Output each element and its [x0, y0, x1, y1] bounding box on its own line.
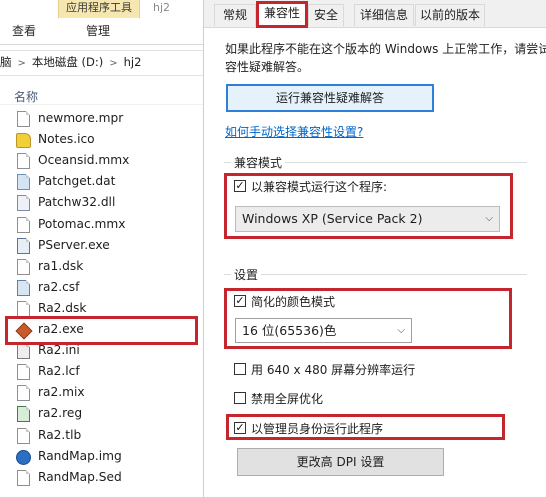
chevron-right-icon: > — [109, 58, 118, 69]
file-row[interactable]: newmore.mpr — [10, 109, 200, 129]
icon-file-icon — [16, 132, 31, 149]
run-640-row[interactable]: 用 640 x 480 屏幕分辨率运行 — [234, 361, 484, 379]
file-row[interactable]: PServer.exe — [10, 236, 200, 256]
file-name: Oceansid.mmx — [38, 153, 130, 168]
exe-file-icon — [16, 237, 30, 254]
file-row[interactable]: ra1.dsk — [10, 257, 200, 277]
disable-fullscreen-row[interactable]: 禁用全屏优化 — [234, 390, 394, 408]
document-icon — [16, 385, 30, 402]
file-row[interactable]: ra2.mix — [10, 383, 200, 403]
change-dpi-button[interactable]: 更改高 DPI 设置 — [237, 448, 444, 476]
description-line-1: 如果此程序不能在这个版本的 Windows 上正常工作，请尝试 — [225, 42, 546, 56]
file-name: Patchget.dat — [38, 174, 116, 189]
run-640-checkbox[interactable] — [234, 363, 246, 375]
document-icon — [16, 364, 30, 381]
file-row[interactable]: Potomac.mmx — [10, 215, 200, 235]
file-name: Potomac.mmx — [38, 216, 126, 231]
randmap-app-icon — [16, 449, 31, 465]
column-header-name[interactable]: 名称 — [14, 88, 38, 105]
ribbon-app-tools-tab[interactable]: 应用程序工具 — [58, 0, 140, 18]
description-line-2: 容性疑难解答。 — [225, 60, 310, 74]
file-row[interactable]: RandMap.Sed — [10, 468, 200, 488]
file-name: ra2.mix — [38, 385, 85, 400]
document-icon — [16, 469, 30, 486]
file-row[interactable]: Ra2.lcf — [10, 362, 200, 382]
highlight-box-ra2-exe — [5, 316, 198, 345]
document-icon — [16, 300, 30, 317]
settings-group-label: 设置 — [231, 266, 262, 283]
file-name: RandMap.img — [38, 448, 122, 463]
document-icon — [16, 216, 30, 233]
file-row[interactable]: RandMap.img — [10, 447, 200, 467]
file-row[interactable]: Patchget.dat — [10, 172, 200, 192]
breadcrumb-drive[interactable]: 本地磁盘 (D:) — [32, 51, 103, 73]
file-row[interactable]: Patchw32.dll — [10, 193, 200, 213]
file-row[interactable]: Ra2.tlb — [10, 426, 200, 446]
dat-file-icon — [16, 174, 30, 191]
run-troubleshooter-button[interactable]: 运行兼容性疑难解答 — [226, 84, 434, 112]
run-640-label: 用 640 x 480 屏幕分辨率运行 — [251, 363, 416, 377]
header-divider — [0, 104, 203, 105]
csf-file-icon — [16, 279, 30, 296]
document-icon — [16, 258, 30, 275]
chevron-right-icon: > — [17, 58, 26, 69]
tab-security[interactable]: 安全 — [308, 4, 344, 26]
window-title-folder: hj2 — [153, 1, 171, 14]
dll-file-icon — [16, 195, 30, 212]
compat-description: 如果此程序不能在这个版本的 Windows 上正常工作，请尝试 容性疑难解答。 — [225, 40, 546, 76]
highlight-box-color-mode — [224, 288, 512, 349]
disable-fullscreen-label: 禁用全屏优化 — [251, 392, 324, 406]
breadcrumb-computer[interactable]: 脑 — [0, 51, 12, 73]
file-row[interactable]: Notes.ico — [10, 130, 200, 150]
highlight-box-admin — [226, 414, 505, 440]
settings-group-line — [224, 274, 527, 275]
file-name: RandMap.Sed — [38, 469, 122, 484]
file-name: ra1.dsk — [38, 258, 84, 273]
file-row[interactable]: Oceansid.mmx — [10, 151, 200, 171]
ribbon-tab-manage[interactable]: 管理 — [86, 22, 110, 39]
document-icon — [16, 427, 30, 444]
breadcrumb-folder[interactable]: hj2 — [124, 51, 142, 73]
properties-dialog: 常规 兼容性 安全 详细信息 以前的版本 如果此程序不能在这个版本的 Windo… — [203, 0, 546, 497]
compat-group-label: 兼容模式 — [231, 154, 286, 171]
file-name: Ra2.tlb — [38, 427, 82, 442]
file-name: Patchw32.dll — [38, 195, 116, 210]
file-name: Notes.ico — [38, 132, 95, 147]
reg-file-icon — [16, 406, 30, 423]
document-icon — [16, 153, 30, 170]
tab-previous-versions[interactable]: 以前的版本 — [415, 4, 485, 26]
tab-general[interactable]: 常规 — [214, 4, 256, 26]
file-row[interactable]: ra2.reg — [10, 404, 200, 424]
file-name: ra2.reg — [38, 406, 83, 421]
file-explorer-pane: 应用程序工具 hj2 查看 管理 脑 > 本地磁盘 (D:) > hj2 名称 newm… — [0, 0, 203, 497]
file-name: Ra2.lcf — [38, 364, 80, 379]
ribbon-tab-view[interactable]: 查看 — [12, 22, 36, 39]
file-row[interactable]: ra2.csf — [10, 278, 200, 298]
tab-details[interactable]: 详细信息 — [354, 4, 414, 26]
file-name: Ra2.ini — [38, 343, 80, 358]
document-icon — [16, 111, 30, 127]
ribbon-divider — [0, 44, 203, 45]
address-bar[interactable]: 脑 > 本地磁盘 (D:) > hj2 — [0, 50, 203, 76]
ini-file-icon — [16, 343, 30, 360]
file-name: newmore.mpr — [38, 111, 124, 125]
file-name: Ra2.dsk — [38, 300, 87, 315]
highlight-box-compat-tab — [256, 1, 308, 28]
file-name: PServer.exe — [38, 237, 110, 252]
manual-settings-link[interactable]: 如何手动选择兼容性设置? — [225, 123, 363, 140]
highlight-box-compat-mode — [224, 173, 513, 239]
file-name: ra2.csf — [38, 279, 80, 294]
disable-fullscreen-checkbox[interactable] — [234, 392, 246, 404]
